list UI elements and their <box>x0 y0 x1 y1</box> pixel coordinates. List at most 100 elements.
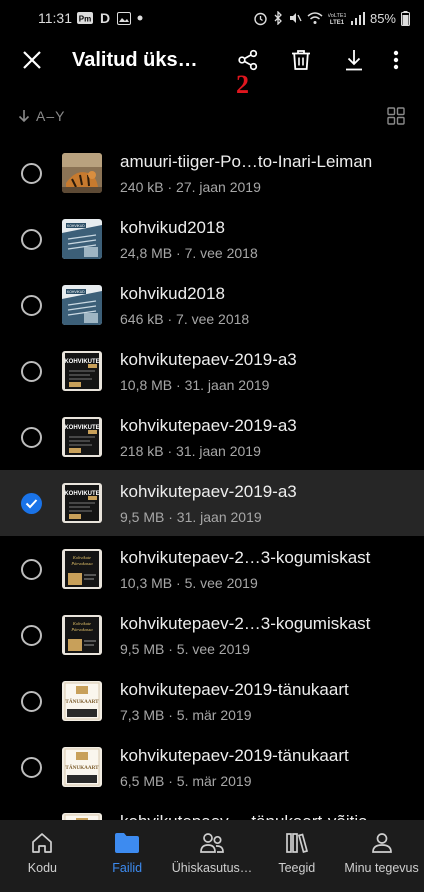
checkbox-unchecked[interactable] <box>21 163 42 184</box>
file-row[interactable]: KOHVIKUD kohvikud2018 24,8 MB · 7. vee 201… <box>0 206 424 272</box>
dot-icon <box>136 14 144 22</box>
file-thumbnail: Kohvikute Päevakassa <box>62 615 102 655</box>
file-name: kohvikutepaev-2019-tänukaart <box>120 680 349 699</box>
checkbox-unchecked[interactable] <box>21 559 42 580</box>
file-thumbnail: TÄNUKAART <box>62 681 102 721</box>
grid-view-button[interactable] <box>382 102 410 130</box>
battery-percent: 85% <box>369 10 396 26</box>
d-app-icon: D <box>98 11 112 25</box>
file-row[interactable]: KOHVIKUTE kohvikutepaev-2019-a3 10,8 MB · … <box>0 338 424 404</box>
checkbox-unchecked[interactable] <box>21 229 42 250</box>
svg-text:Kohvikute: Kohvikute <box>72 621 91 626</box>
file-row[interactable]: TÄNUKAART kohvikutepaev-2019-tänukaart 7,3… <box>0 668 424 734</box>
file-meta: 240 kB · 27. jaan 2019 <box>120 179 261 195</box>
nav-item-people[interactable]: Ühiskasutus… <box>170 820 255 892</box>
file-thumbnail: TÄNUKAART <box>62 747 102 787</box>
file-name: kohvikutepaev…-tänukaart-võitja <box>120 812 368 820</box>
close-icon <box>23 51 41 69</box>
file-name: kohvikud2018 <box>120 284 225 303</box>
file-name: kohvikud2018 <box>120 218 225 237</box>
download-button[interactable] <box>330 36 378 84</box>
home-icon <box>30 830 54 856</box>
checkbox-unchecked[interactable] <box>21 757 42 778</box>
bluetooth-icon <box>273 11 283 25</box>
battery-icon <box>401 10 410 26</box>
sort-bar: A–Y <box>0 100 424 132</box>
file-row[interactable]: TÄNUKAART kohvikutepaev…-tänukaart-võitja <box>0 800 424 820</box>
people-icon <box>199 830 225 856</box>
file-row[interactable]: amuuri-tiiger-Po…to-Inari-Leiman 240 kB ·… <box>0 140 424 206</box>
checkbox-unchecked[interactable] <box>21 625 42 646</box>
pm-icon: Pm <box>77 12 93 24</box>
sort-label: A–Y <box>36 108 66 124</box>
status-time: 11:31 <box>38 10 72 26</box>
more-options-button[interactable] <box>378 36 414 84</box>
nav-item-person[interactable]: Minu tegevus <box>339 820 424 892</box>
file-row[interactable]: TÄNUKAART kohvikutepaev-2019-tänukaart 6,5… <box>0 734 424 800</box>
file-thumbnail: TÄNUKAART <box>62 813 102 820</box>
share-icon <box>238 49 258 71</box>
bottom-navigation: Kodu Failid Ühiskasutus… Teegid Minu tegevus <box>0 820 424 892</box>
gallery-icon <box>117 11 131 25</box>
checkbox-unchecked[interactable] <box>21 295 42 316</box>
nav-label: Minu tegevus <box>344 861 419 875</box>
checkbox-unchecked[interactable] <box>21 691 42 712</box>
nav-label: Failid <box>112 861 143 875</box>
nav-item-library[interactable]: Teegid <box>254 820 339 892</box>
svg-text:KOHVIKUD: KOHVIKUD <box>67 224 85 228</box>
checkbox-unchecked[interactable] <box>21 361 42 382</box>
grid-icon <box>387 107 405 125</box>
svg-text:TÄNUKAART: TÄNUKAART <box>65 764 99 771</box>
file-name: kohvikutepaev-2019-tänukaart <box>120 746 349 765</box>
sort-button[interactable]: A–Y <box>18 108 65 124</box>
volte-icon: VoLTE1 LTE1 <box>328 11 346 25</box>
svg-text:Kohvikute: Kohvikute <box>72 555 91 560</box>
nav-item-folder[interactable]: Failid <box>85 820 170 892</box>
file-row[interactable]: Kohvikute Päevakassa kohvikutepaev-2…3-kog… <box>0 602 424 668</box>
annotation-marker-share: 2 <box>236 70 249 99</box>
svg-text:Päevakassa: Päevakassa <box>70 561 93 566</box>
trash-icon <box>292 50 310 70</box>
file-name: amuuri-tiiger-Po…to-Inari-Leiman <box>120 152 373 171</box>
file-meta: 9,5 MB · 5. vee 2019 <box>120 641 250 657</box>
delete-button[interactable] <box>277 36 325 84</box>
file-thumbnail: KOHVIKUTE <box>62 483 102 523</box>
download-icon <box>346 50 362 71</box>
svg-text:Pm: Pm <box>79 15 91 24</box>
checkbox-checked[interactable] <box>21 493 42 514</box>
nav-label: Kodu <box>27 861 57 875</box>
file-meta: 646 kB · 7. vee 2018 <box>120 311 250 327</box>
file-meta: 6,5 MB · 5. mär 2019 <box>120 773 252 789</box>
status-bar: 11:31 Pm D VoLTE1 LTE1 85% <box>0 0 424 36</box>
file-row[interactable]: KOHVIKUTE kohvikutepaev-2019-a3 9,5 MB · 3… <box>0 470 424 536</box>
selection-title: Valitud üksused <box>72 48 202 71</box>
more-vert-icon <box>393 50 399 70</box>
file-name: kohvikutepaev-2019-a3 <box>120 350 297 369</box>
file-thumbnail: KOHVIKUTE <box>62 351 102 391</box>
svg-text:TÄNUKAART: TÄNUKAART <box>65 698 99 705</box>
file-meta: 10,8 MB · 31. jaan 2019 <box>120 377 270 393</box>
nav-label: Teegid <box>278 861 316 875</box>
file-thumbnail: Kohvikute Päevakassa <box>62 549 102 589</box>
mute-icon <box>288 11 302 25</box>
check-icon <box>25 499 38 509</box>
file-row[interactable]: KOHVIKUD kohvikud2018 646 kB · 7. vee 2018 <box>0 272 424 338</box>
file-row[interactable]: KOHVIKUTE kohvikutepaev-2019-a3 218 kB · 3… <box>0 404 424 470</box>
file-name: kohvikutepaev-2…3-kogumiskast <box>120 614 371 633</box>
alarm-icon <box>253 11 268 26</box>
file-thumbnail: KOHVIKUD <box>62 285 102 325</box>
close-button[interactable] <box>8 36 56 84</box>
file-name: kohvikutepaev-2019-a3 <box>120 416 297 435</box>
file-meta: 7,3 MB · 5. mär 2019 <box>120 707 252 723</box>
signal-icon <box>350 11 365 25</box>
arrow-down-icon <box>18 110 30 123</box>
svg-text:LTE1: LTE1 <box>330 20 345 25</box>
folder-icon <box>114 830 140 856</box>
wifi-icon <box>307 11 323 25</box>
nav-item-home[interactable]: Kodu <box>0 820 85 892</box>
file-row[interactable]: Kohvikute Päevakassa kohvikutepaev-2…3-kog… <box>0 536 424 602</box>
file-name: kohvikutepaev-2019-a3 <box>120 482 297 501</box>
file-thumbnail: KOHVIKUD <box>62 219 102 259</box>
file-name: kohvikutepaev-2…3-kogumiskast <box>120 548 371 567</box>
checkbox-unchecked[interactable] <box>21 427 42 448</box>
